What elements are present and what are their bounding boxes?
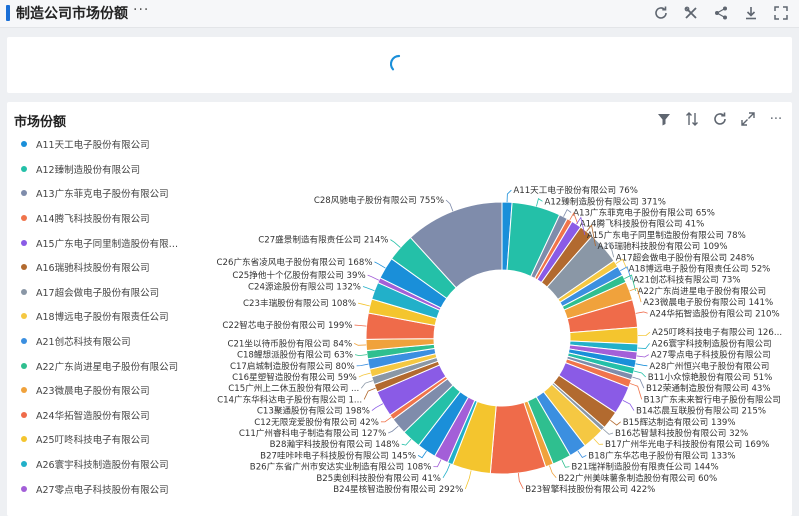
label-leader-line	[549, 465, 557, 479]
slice-label: C27盛景制造有限责任公司 214%	[258, 234, 388, 246]
slice-label: A17超会做电子股份有限公司 248%	[616, 251, 755, 263]
label-leader-line	[354, 324, 367, 327]
slice-label: B25奥创科技股份有限公司 41%	[316, 472, 441, 484]
label-leader-line	[563, 208, 572, 217]
slice-label: C14广东华科达电子股份有限公司 1...	[217, 393, 362, 405]
slice-label: C26广东省凌风电子股份有限公司 168%	[217, 256, 373, 268]
label-leader-line	[390, 239, 401, 248]
slice-label: C15广州上二休五股份有限公司 ...	[228, 382, 359, 394]
label-leader-line	[354, 354, 368, 357]
slice-label: A13广东菲克电子股份有限公司 65%	[573, 207, 715, 219]
label-leader-line	[517, 472, 524, 490]
label-leader-line	[593, 438, 604, 445]
label-leader-line	[561, 459, 570, 468]
slice-label: C25挣他十个亿股份有限公司 39%	[232, 269, 365, 281]
slice-label: B14芯晨互联股份有限公司 215%	[636, 405, 766, 417]
slice-label: C18鲤想派股份有限公司 63%	[237, 349, 353, 361]
label-leader-line	[362, 286, 375, 292]
slice-label: B22广州美味薯条制造股份有限公司 60%	[558, 472, 717, 484]
label-leader-line	[417, 450, 427, 459]
slice-label: B16芯智慧科技股份有限公司 32%	[615, 427, 748, 439]
label-leader-line	[401, 438, 412, 446]
slice-label: C13聚通股份有限公司 198%	[257, 405, 370, 417]
label-leader-line	[635, 311, 648, 314]
slice-label: A21创芯科技有限公司 73%	[633, 274, 740, 286]
label-leader-line	[380, 416, 392, 423]
slice-label: A14腾飞科技股份有限公司 41%	[580, 218, 705, 230]
donut-chart: A11天工电子股份有限公司 76%A12臻制造股份有限公司 371%A13广东菲…	[217, 184, 783, 495]
label-leader-line	[577, 450, 587, 459]
slice-label: C24源途股份有限公司 132%	[248, 281, 361, 293]
slice-label: A18博远电子股份有限责任公司 52%	[629, 263, 771, 275]
label-leader-line	[635, 363, 648, 367]
slice-label: A26寰宇科技制造股份有限公司	[652, 337, 772, 349]
label-leader-line	[536, 198, 543, 207]
slice-label: B28瀚宇科技股份有限公司 148%	[270, 438, 400, 450]
label-leader-line	[630, 383, 643, 400]
label-leader-line	[371, 403, 384, 411]
label-leader-line	[506, 189, 512, 203]
label-leader-line	[358, 372, 371, 378]
slice-label: B13广东未来智行电子股份有限公司	[644, 393, 781, 405]
slice-label: C28风驰电子股份有限公司 755%	[314, 194, 444, 206]
label-leader-line	[388, 425, 399, 434]
label-leader-line	[602, 428, 614, 435]
slice-label: A12臻制造股份有限公司 371%	[544, 195, 665, 207]
label-leader-line	[637, 331, 651, 337]
slice-label: A24华拓智造股份有限公司 210%	[650, 307, 780, 319]
label-leader-line	[464, 470, 472, 490]
slice-label: A28广州恒兴电子股份有限公司	[649, 360, 769, 372]
slice-label: B26广东省广州市安达实业制造有限公司 108%	[250, 461, 432, 473]
slice-label: C22智芯电子股份有限公司 199%	[222, 319, 352, 331]
slice-label: A22广东尚进星电子股份有限公司	[638, 285, 767, 297]
label-leader-line	[633, 370, 646, 378]
slice-label: A15广东电子同里制造股份有限公司 78%	[587, 229, 746, 241]
slice-label: B27哇咔咔电子科技股份有限公司 145%	[260, 449, 416, 461]
label-leader-line	[637, 343, 650, 349]
slice-label: B21瑞祥制造股份有限责任公司 144%	[571, 461, 718, 473]
label-leader-line	[442, 463, 451, 479]
label-leader-line	[360, 380, 373, 389]
slice-label: B18广东华芯电子股份有限公司 133%	[588, 449, 735, 461]
slice-label: C11广州睿科电子制造有限公司 127%	[239, 427, 386, 439]
slice-label: C12无限宠爱股份有限公司 42%	[254, 416, 379, 428]
slice-label: A16瑞驰科技股份有限公司 109%	[598, 240, 728, 252]
slice-label: A11天工电子股份有限公司 76%	[513, 184, 638, 196]
slice-label: C21坐以待币股份有限公司 84%	[227, 337, 352, 349]
slice-label: B17广州华光电子科技股份有限公司 169%	[605, 438, 769, 450]
label-leader-line	[356, 363, 369, 367]
slice-label: B15辉达制造有限公司 139%	[623, 416, 736, 428]
label-leader-line	[445, 199, 454, 212]
donut-hole	[434, 270, 570, 406]
label-leader-line	[363, 387, 376, 400]
slice-label: B23智擎科技股份有限公司 422%	[525, 483, 655, 495]
slice-label: C16星塑智造股份有限公司 59%	[232, 371, 357, 383]
label-leader-line	[367, 274, 380, 281]
slice-label: A25叮咚科技电子有限公司 126...	[652, 326, 782, 338]
label-leader-line	[636, 354, 649, 358]
slice-label: B12荣通制造股份有限公司 43%	[646, 382, 771, 394]
label-leader-line	[610, 419, 621, 426]
slice-label: B11小众惊艳股份有限公司 51%	[648, 371, 773, 383]
slice-label: B24星核智造股份有限公司 292%	[333, 483, 463, 495]
label-leader-line	[433, 459, 442, 468]
slice-label: C23丰瑞股份有限公司 108%	[243, 297, 356, 309]
label-leader-line	[374, 261, 386, 269]
slice-label: C17启城制造股份有限公司 80%	[230, 360, 355, 372]
label-leader-line	[622, 399, 635, 411]
label-leader-line	[354, 343, 367, 346]
slice-label: A27零点电子科技股份有限公司	[651, 349, 771, 361]
slice-label: A23微晨电子股份有限公司 141%	[643, 296, 773, 308]
label-leader-line	[357, 302, 370, 307]
